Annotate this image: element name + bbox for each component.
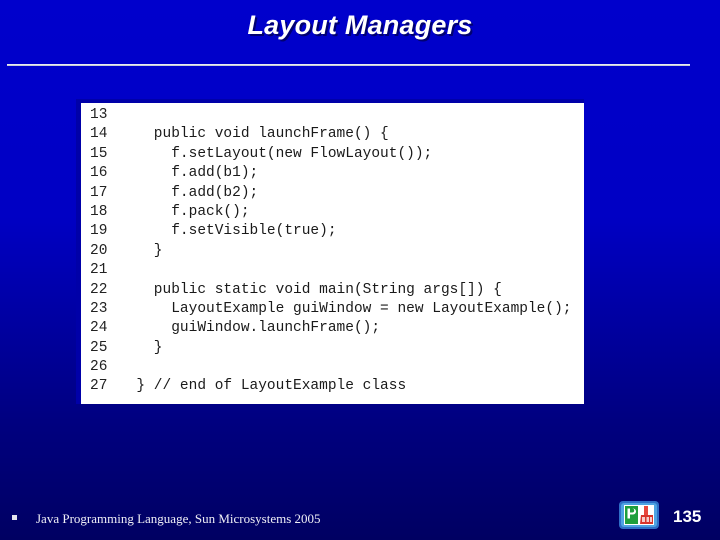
line-number: 16 — [90, 165, 108, 182]
slide: Layout Managers 13 14 public void launch… — [0, 0, 720, 540]
code-line: 18 f.pack(); — [81, 203, 584, 222]
line-code: f.add(b1); — [119, 165, 259, 182]
line-code: f.add(b2); — [119, 184, 259, 201]
title-divider — [7, 64, 690, 66]
line-number: 19 — [90, 223, 108, 240]
code-line: 16 f.add(b1); — [81, 164, 584, 183]
line-number: 25 — [90, 339, 108, 356]
line-code: public static void main(String args[]) { — [119, 281, 502, 298]
code-line: 26 — [81, 358, 584, 377]
line-number: 18 — [90, 203, 108, 220]
code-line: 17 f.add(b2); — [81, 184, 584, 203]
line-number: 22 — [90, 281, 108, 298]
line-code: f.pack(); — [119, 203, 250, 220]
code-line: 15 f.setLayout(new FlowLayout()); — [81, 145, 584, 164]
line-number: 17 — [90, 184, 108, 201]
line-number: 14 — [90, 126, 108, 143]
line-code: } // end of LayoutExample class — [119, 378, 407, 395]
line-code: } — [119, 339, 163, 356]
code-line: 23 LayoutExample guiWindow = new LayoutE… — [81, 300, 584, 319]
line-number: 20 — [90, 242, 108, 259]
code-screenshot-block: 13 14 public void launchFrame() { 15 f.s… — [76, 99, 584, 404]
code-line: 21 — [81, 261, 584, 280]
code-line: 14 public void launchFrame() { — [81, 125, 584, 144]
code-line: 25 } — [81, 339, 584, 358]
footer-text: Java Programming Language, Sun Microsyst… — [36, 511, 321, 526]
line-number: 24 — [90, 320, 108, 337]
page-title: Layout Managers — [247, 10, 473, 40]
line-code: } — [119, 242, 163, 259]
line-number: 21 — [90, 262, 108, 279]
code-line: 24 guiWindow.launchFrame(); — [81, 319, 584, 338]
line-code: guiWindow.launchFrame(); — [119, 320, 381, 337]
line-code: f.setLayout(new FlowLayout()); — [119, 145, 433, 162]
line-number: 27 — [90, 378, 108, 395]
code-line: 13 — [81, 106, 584, 125]
line-number: 13 — [90, 107, 108, 123]
line-number: 23 — [90, 300, 108, 317]
footer-bullet-icon — [12, 515, 17, 520]
page-number: 135 — [673, 507, 702, 526]
code-line: 20 } — [81, 242, 584, 261]
line-code: f.setVisible(true); — [119, 223, 337, 240]
line-number: 15 — [90, 145, 108, 162]
line-number: 26 — [90, 359, 108, 376]
line-code: LayoutExample guiWindow = new LayoutExam… — [119, 300, 572, 317]
line-code: public void launchFrame() { — [119, 126, 389, 143]
code-line: 19 f.setVisible(true); — [81, 222, 584, 241]
code-line: 27 } // end of LayoutExample class — [81, 377, 584, 396]
code-line: 22 public static void main(String args[]… — [81, 281, 584, 300]
code-listing: 13 14 public void launchFrame() { 15 f.s… — [81, 103, 584, 404]
sun-java-logo-icon — [619, 501, 659, 529]
